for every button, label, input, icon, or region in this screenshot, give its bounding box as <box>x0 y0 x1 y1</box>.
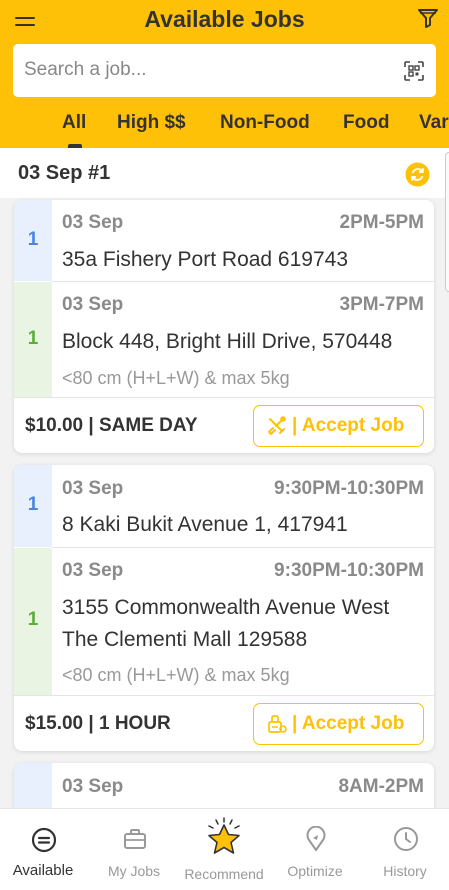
nav-history-label: History <box>383 863 427 879</box>
dropoff-time: 9:30PM-10:30PM <box>274 560 424 581</box>
scrollbar[interactable] <box>445 152 449 292</box>
page-title: Available Jobs <box>144 6 305 32</box>
dropoff-time: 3PM-7PM <box>339 294 424 315</box>
pickup-stop: 1 03 Sep 2PM-5PM 35a Fishery Port Road 6… <box>14 200 434 281</box>
tab-food[interactable]: Food <box>343 112 389 134</box>
pickup-date: 03 Sep <box>62 212 124 233</box>
nav-optimize[interactable]: Optimize <box>270 809 360 890</box>
dropoff-count: 1 <box>27 609 39 630</box>
job-group-title: 03 Sep #1 <box>18 162 111 184</box>
refresh-icon[interactable] <box>405 162 430 187</box>
dropoff-date: 03 Sep <box>62 560 124 581</box>
pickup-count: 1 <box>27 494 39 515</box>
location-pin-icon <box>306 826 326 851</box>
accept-job-button[interactable]: | Accept Job <box>253 405 424 447</box>
pickup-time: 8AM-2PM <box>338 776 424 797</box>
job-price: $15.00 | 1 HOUR <box>25 713 171 734</box>
pickup-date: 03 Sep <box>62 478 124 499</box>
search-input[interactable] <box>24 59 384 81</box>
pickup-date: 03 Sep <box>62 776 124 797</box>
food-delivery-icon <box>268 715 287 733</box>
tab-all[interactable]: All <box>62 112 86 134</box>
dropoff-stop: 1 03 Sep 9:30PM-10:30PM 3155 Commonwealt… <box>14 548 434 695</box>
divider <box>14 397 434 398</box>
job-group-header: 03 Sep #1 <box>0 148 449 198</box>
job-card[interactable]: 1 03 Sep 2PM-5PM 35a Fishery Port Road 6… <box>14 200 434 453</box>
briefcase-icon <box>124 829 146 849</box>
nav-history[interactable]: History <box>360 809 449 890</box>
pickup-time: 2PM-5PM <box>339 212 424 233</box>
app-header: Available Jobs All High $$ Non-Food Food… <box>0 0 449 148</box>
dropoff-address-line1: 3155 Commonwealth Avenue West <box>62 596 390 619</box>
category-tabs: All High $$ Non-Food Food Var <box>0 112 449 148</box>
tools-icon <box>268 416 286 436</box>
available-icon <box>31 827 57 853</box>
pickup-stop: 1 03 Sep 9:30PM-10:30PM 8 Kaki Bukit Ave… <box>14 465 434 547</box>
filter-icon[interactable] <box>416 6 440 30</box>
dropoff-address: Block 448, Bright Hill Drive, 570448 <box>62 330 393 353</box>
nav-available-label: Available <box>12 862 74 879</box>
parcel-size: <80 cm (H+L+W) & max 5kg <box>62 368 290 388</box>
nav-optimize-label: Optimize <box>287 863 343 879</box>
pickup-address: 8 Kaki Bukit Avenue 1, 417941 <box>62 513 348 536</box>
dropoff-count: 1 <box>27 328 39 349</box>
accept-job-label: | Accept Job <box>292 415 405 436</box>
nav-my-jobs-label: My Jobs <box>107 863 161 879</box>
nav-my-jobs[interactable]: My Jobs <box>89 809 179 890</box>
tab-non-food[interactable]: Non-Food <box>220 112 310 134</box>
clock-icon <box>394 827 418 851</box>
pickup-address: 35a Fishery Port Road 619743 <box>62 248 349 271</box>
pickup-count: 1 <box>27 229 39 250</box>
star-icon <box>208 817 240 854</box>
nav-recommend-label: Recommend <box>184 866 264 882</box>
accept-job-label: | Accept Job <box>292 713 405 734</box>
pickup-time: 9:30PM-10:30PM <box>274 478 424 499</box>
dropoff-address-line2: The Clementi Mall 129588 <box>62 628 308 651</box>
divider <box>14 695 434 696</box>
search-bar <box>13 44 436 97</box>
accept-job-button[interactable]: | Accept Job <box>253 703 424 745</box>
dropoff-date: 03 Sep <box>62 294 124 315</box>
parcel-size: <80 cm (H+L+W) & max 5kg <box>62 665 290 685</box>
dropoff-stop: 1 03 Sep 3PM-7PM Block 448, Bright Hill … <box>14 282 434 397</box>
qr-scan-icon[interactable] <box>404 61 424 81</box>
nav-available[interactable]: Available <box>0 809 90 890</box>
job-card[interactable]: 1 03 Sep 9:30PM-10:30PM 8 Kaki Bukit Ave… <box>14 465 434 751</box>
nav-recommend[interactable]: Recommend <box>179 809 269 890</box>
job-price: $10.00 | SAME DAY <box>25 415 198 436</box>
tab-var[interactable]: Var <box>419 112 449 134</box>
tab-high-pay[interactable]: High $$ <box>117 112 186 134</box>
bottom-navigation: Available My Jobs Recommend Optimize His… <box>0 808 449 890</box>
